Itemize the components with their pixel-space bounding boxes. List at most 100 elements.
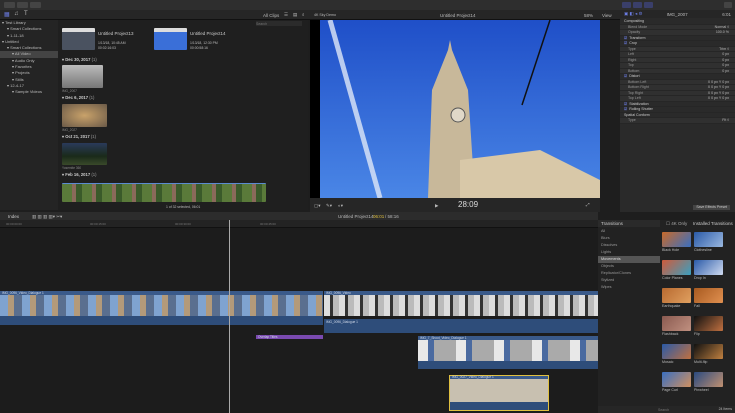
video-inspector-icon[interactable]: ▣ ◧ ◂ ⚙: [624, 11, 643, 17]
keywords-button[interactable]: [17, 2, 28, 8]
clip-filmstrip[interactable]: [62, 183, 266, 202]
transition-thumbnail[interactable]: [662, 344, 691, 359]
transition-category[interactable]: Lights: [598, 249, 660, 256]
checkbox-icon[interactable]: ☑: [624, 41, 627, 46]
transition-thumbnail[interactable]: [694, 232, 723, 247]
fullscreen-icon[interactable]: ⤢: [586, 202, 590, 207]
disclosure-icon[interactable]: ▾: [7, 26, 9, 31]
clip-thumbnail[interactable]: [62, 65, 103, 88]
play-button[interactable]: ▶: [435, 203, 438, 209]
zoom-dropdown[interactable]: 58%: [584, 13, 593, 18]
search-icon[interactable]: ⌕: [302, 12, 305, 17]
disclosure-icon[interactable]: ▾: [12, 77, 14, 82]
clip-thumbnail[interactable]: [62, 143, 107, 165]
transition-category[interactable]: Objects: [598, 263, 660, 270]
transition-thumbnail[interactable]: [694, 316, 723, 331]
show-timeline-button[interactable]: [633, 2, 642, 8]
photos-icon[interactable]: ♫: [14, 11, 19, 17]
transition-category[interactable]: Dissolves: [598, 242, 660, 249]
transition-category[interactable]: Movements: [598, 256, 660, 263]
filmstrip-icon[interactable]: ▤: [293, 12, 297, 18]
transition-thumbnail[interactable]: [662, 316, 691, 331]
transform-icon[interactable]: ✎▾: [326, 203, 332, 209]
audio-waveform[interactable]: [0, 316, 323, 325]
date-group-header[interactable]: ▾ Feb 16, 2017 (1): [62, 172, 96, 177]
transition-thumbnail[interactable]: [662, 288, 691, 303]
clip-thumbnail[interactable]: [62, 104, 107, 127]
disclosure-icon[interactable]: ▾: [2, 39, 4, 44]
transition-category[interactable]: Wipes: [598, 284, 660, 291]
checkbox-icon[interactable]: ☑: [624, 74, 627, 79]
timeline-clip[interactable]: [418, 340, 598, 361]
disclosure-icon[interactable]: ▾: [12, 58, 14, 63]
inspector-value[interactable]: Fit ◊: [722, 118, 729, 123]
transition-category[interactable]: Blurs: [598, 235, 660, 242]
inspector-value[interactable]: X 0 px Y 0 px: [708, 85, 729, 90]
transition-thumbnail[interactable]: [694, 372, 723, 387]
view-dropdown[interactable]: View: [602, 13, 612, 18]
inspector-value[interactable]: X 0 px Y 0 px: [708, 91, 729, 96]
disclosure-icon[interactable]: ▾: [12, 89, 14, 94]
share-button[interactable]: [724, 2, 732, 8]
titles-icon[interactable]: T: [24, 11, 28, 17]
disclosure-icon[interactable]: ▾: [7, 83, 9, 88]
show-inspector-button[interactable]: [644, 2, 653, 8]
inspector-value[interactable]: 0 px: [722, 63, 729, 68]
transition-thumbnail[interactable]: [694, 260, 723, 275]
inspector-value[interactable]: X 0 px Y 0 px: [708, 96, 729, 101]
inspector-value[interactable]: 0 px: [722, 69, 729, 74]
transition-thumbnail[interactable]: [662, 372, 691, 387]
selected-clip[interactable]: [449, 375, 549, 411]
date-group-header[interactable]: ▾ Dec 30, 2017 (1): [62, 57, 97, 62]
import-button[interactable]: [4, 2, 15, 8]
timeline-clip[interactable]: [324, 295, 598, 316]
libraries-icon[interactable]: ▦: [4, 11, 10, 18]
disclosure-icon[interactable]: ▾: [12, 64, 14, 69]
checkbox-icon[interactable]: ☑: [624, 36, 627, 41]
date-group-header[interactable]: ▾ Oct 21, 2017 (1): [62, 134, 96, 139]
timeline[interactable]: IMG_0096_Video_Dialogue 1 IMG_0096_Video…: [0, 220, 598, 413]
playhead[interactable]: [229, 220, 230, 413]
crop-icon[interactable]: ▢▾: [314, 203, 321, 209]
project-thumbnail[interactable]: [62, 28, 95, 50]
inspector-value[interactable]: Trim ◊: [719, 47, 729, 52]
date-group-header[interactable]: ▾ Dec 6, 2017 (1): [62, 95, 94, 100]
timeline-ruler[interactable]: 00:00:00:00 00:00:15:00 00:00:30:00 00:0…: [0, 220, 598, 228]
project-name[interactable]: Untitled Project14: [190, 31, 226, 36]
save-effects-preset-button[interactable]: Save Effects Preset: [693, 205, 730, 210]
disclosure-icon[interactable]: ▾: [2, 20, 4, 25]
inspector-value[interactable]: 0 px: [722, 52, 729, 57]
list-view-icon[interactable]: ☰: [284, 12, 288, 18]
disclosure-icon[interactable]: ▾: [7, 33, 9, 38]
show-browser-button[interactable]: [622, 2, 631, 8]
transitions-search-input[interactable]: [658, 407, 698, 412]
transition-category[interactable]: Stylized: [598, 277, 660, 284]
sidebar-item[interactable]: ▾ Sample Videos: [0, 89, 58, 95]
browser-search-input[interactable]: [256, 21, 302, 26]
disclosure-icon[interactable]: ▾: [7, 45, 9, 50]
transition-category[interactable]: Replicator/Clones: [598, 270, 660, 277]
transition-category[interactable]: All: [598, 228, 660, 235]
inspector-value[interactable]: Normal ◊: [715, 25, 729, 30]
inspector-value[interactable]: 0 px: [722, 58, 729, 63]
disclosure-icon[interactable]: ▾: [12, 70, 14, 75]
project-name[interactable]: Untitled Project13: [98, 31, 134, 36]
color-icon[interactable]: ◐▾: [338, 203, 343, 209]
transition-thumbnail[interactable]: [662, 232, 691, 247]
transition-thumbnail[interactable]: [662, 260, 691, 275]
inspector-value[interactable]: X 0 px Y 0 px: [708, 80, 729, 85]
transition-thumbnail[interactable]: [694, 344, 723, 359]
inspector-value[interactable]: 100.0 %: [716, 30, 729, 35]
audio-waveform[interactable]: [418, 361, 598, 369]
all-clips-dropdown[interactable]: All Clips: [263, 13, 279, 18]
audio-clip[interactable]: [324, 319, 598, 333]
inspector-row[interactable]: Type Fit ◊: [620, 118, 735, 124]
background-tasks-button[interactable]: [30, 2, 41, 8]
timeline-clip[interactable]: [0, 295, 323, 316]
checkbox-icon[interactable]: ☑: [624, 102, 627, 107]
index-button[interactable]: Index: [8, 214, 19, 219]
project-thumbnail[interactable]: [154, 28, 187, 50]
4k-only-checkbox[interactable]: ☐ 4K Only: [666, 221, 687, 227]
checkbox-icon[interactable]: ☑: [624, 107, 627, 112]
disclosure-icon[interactable]: ▾: [12, 51, 14, 56]
